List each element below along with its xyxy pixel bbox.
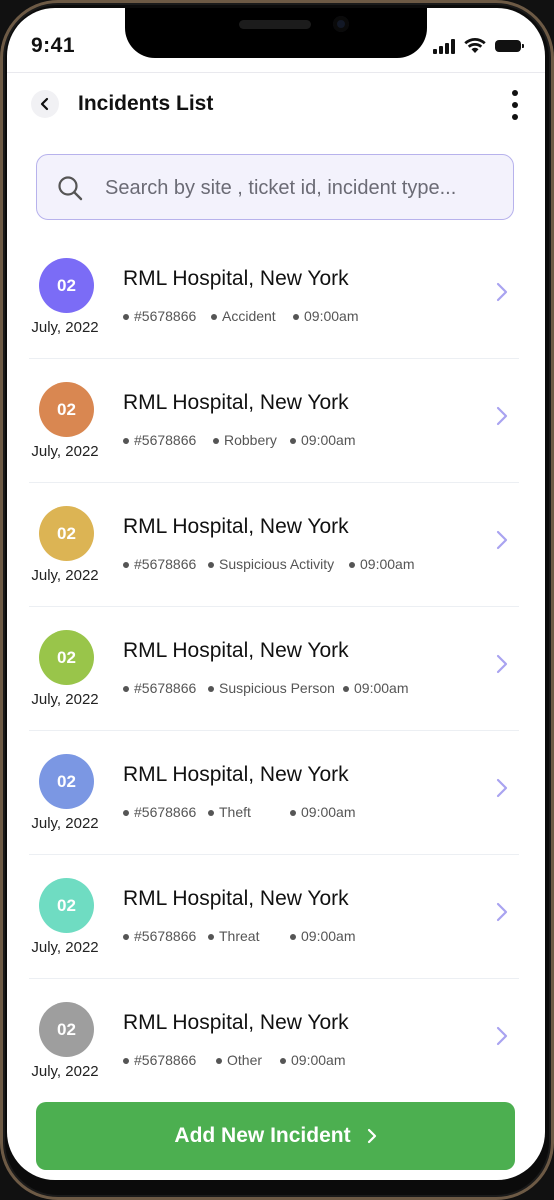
incident-item[interactable]: 02 July, 2022 RML Hospital, New York #56… [7,377,545,501]
incident-date: July, 2022 [31,1063,99,1080]
incident-site: RML Hospital, New York [123,887,349,910]
add-new-incident-label: Add New Incident [174,1124,351,1147]
incident-type: Other [215,1052,263,1068]
chevron-right-icon [496,1026,508,1046]
front-camera [333,16,349,32]
incident-date: July, 2022 [31,691,99,708]
incident-site: RML Hospital, New York [123,391,349,414]
chevron-right-icon [496,778,508,798]
row-divider [29,854,519,855]
chevron-left-icon [40,97,49,111]
signal-icon [433,38,455,54]
chevron-right-icon [496,654,508,674]
incident-item[interactable]: 02 July, 2022 RML Hospital, New York #56… [7,625,545,749]
date-badge: 02 [39,754,94,809]
ticket-id: #5678866 [122,804,197,820]
chevron-right-icon [496,530,508,550]
screen: 9:41 Incidents List Search by site , tic… [7,8,545,1180]
chevron-right-icon [367,1128,376,1144]
incident-type: Accident [211,308,276,324]
notch [125,8,427,58]
row-divider [29,606,519,607]
status-time: 9:41 [31,34,76,57]
row-divider [29,730,519,731]
date-badge: 02 [39,506,94,561]
row-divider [29,358,519,359]
incident-site: RML Hospital, New York [123,515,349,538]
ticket-id: #5678866 [122,432,197,448]
ticket-id: #5678866 [122,680,197,696]
incident-time: 09:00am [289,928,356,944]
incident-site: RML Hospital, New York [123,639,349,662]
incident-site: RML Hospital, New York [123,267,349,290]
row-divider [29,978,519,979]
speaker [239,20,311,29]
date-badge: 02 [39,382,94,437]
incident-item[interactable]: 02 July, 2022 RML Hospital, New York #56… [7,501,545,625]
chevron-right-icon [496,902,508,922]
search-bar[interactable] [36,154,514,220]
wifi-icon [464,38,486,53]
incident-item[interactable]: 02 July, 2022 RML Hospital, New York #56… [7,253,545,377]
battery-icon [495,40,524,52]
incident-time: 09:00am [292,308,359,324]
incident-time: 09:00am [289,432,356,448]
incident-date: July, 2022 [31,443,99,460]
chevron-right-icon [496,406,508,426]
status-icons [433,38,524,54]
incident-type: Theft [208,804,251,820]
back-button[interactable] [31,90,59,118]
incident-site: RML Hospital, New York [123,763,349,786]
incident-date: July, 2022 [31,567,99,584]
incident-time: 09:00am [342,680,409,696]
incident-date: July, 2022 [31,939,99,956]
date-badge: 02 [39,1002,94,1057]
incident-item[interactable]: 02 July, 2022 RML Hospital, New York #56… [7,873,545,997]
incident-type: Suspicious Person [208,680,335,696]
search-icon [58,176,83,201]
incident-date: July, 2022 [31,815,99,832]
ticket-id: #5678866 [122,556,197,572]
incident-type: Robbery [213,432,277,448]
date-badge: 02 [39,878,94,933]
incident-date: July, 2022 [31,319,99,336]
date-badge: 02 [39,258,94,313]
ticket-id: #5678866 [122,928,197,944]
date-badge: 02 [39,630,94,685]
incident-time: 09:00am [289,804,356,820]
row-divider [29,482,519,483]
header-divider [7,72,545,73]
incident-type: Suspicious Activity [207,556,335,572]
app-header: Incidents List [7,80,545,144]
chevron-right-icon [496,282,508,302]
incident-site: RML Hospital, New York [123,1011,349,1034]
incident-type: Threat [207,928,260,944]
more-options-icon[interactable] [507,90,523,120]
add-new-incident-button[interactable]: Add New Incident [36,1102,515,1170]
incident-time: 09:00am [279,1052,346,1068]
incident-time: 09:00am [348,556,415,572]
page-title: Incidents List [78,92,214,115]
status-bar: 9:41 [7,8,545,72]
ticket-id: #5678866 [122,308,197,324]
phone-frame: 9:41 Incidents List Search by site , tic… [0,0,554,1200]
search-input[interactable] [103,169,507,207]
incident-item[interactable]: 02 July, 2022 RML Hospital, New York #56… [7,749,545,873]
ticket-id: #5678866 [122,1052,197,1068]
